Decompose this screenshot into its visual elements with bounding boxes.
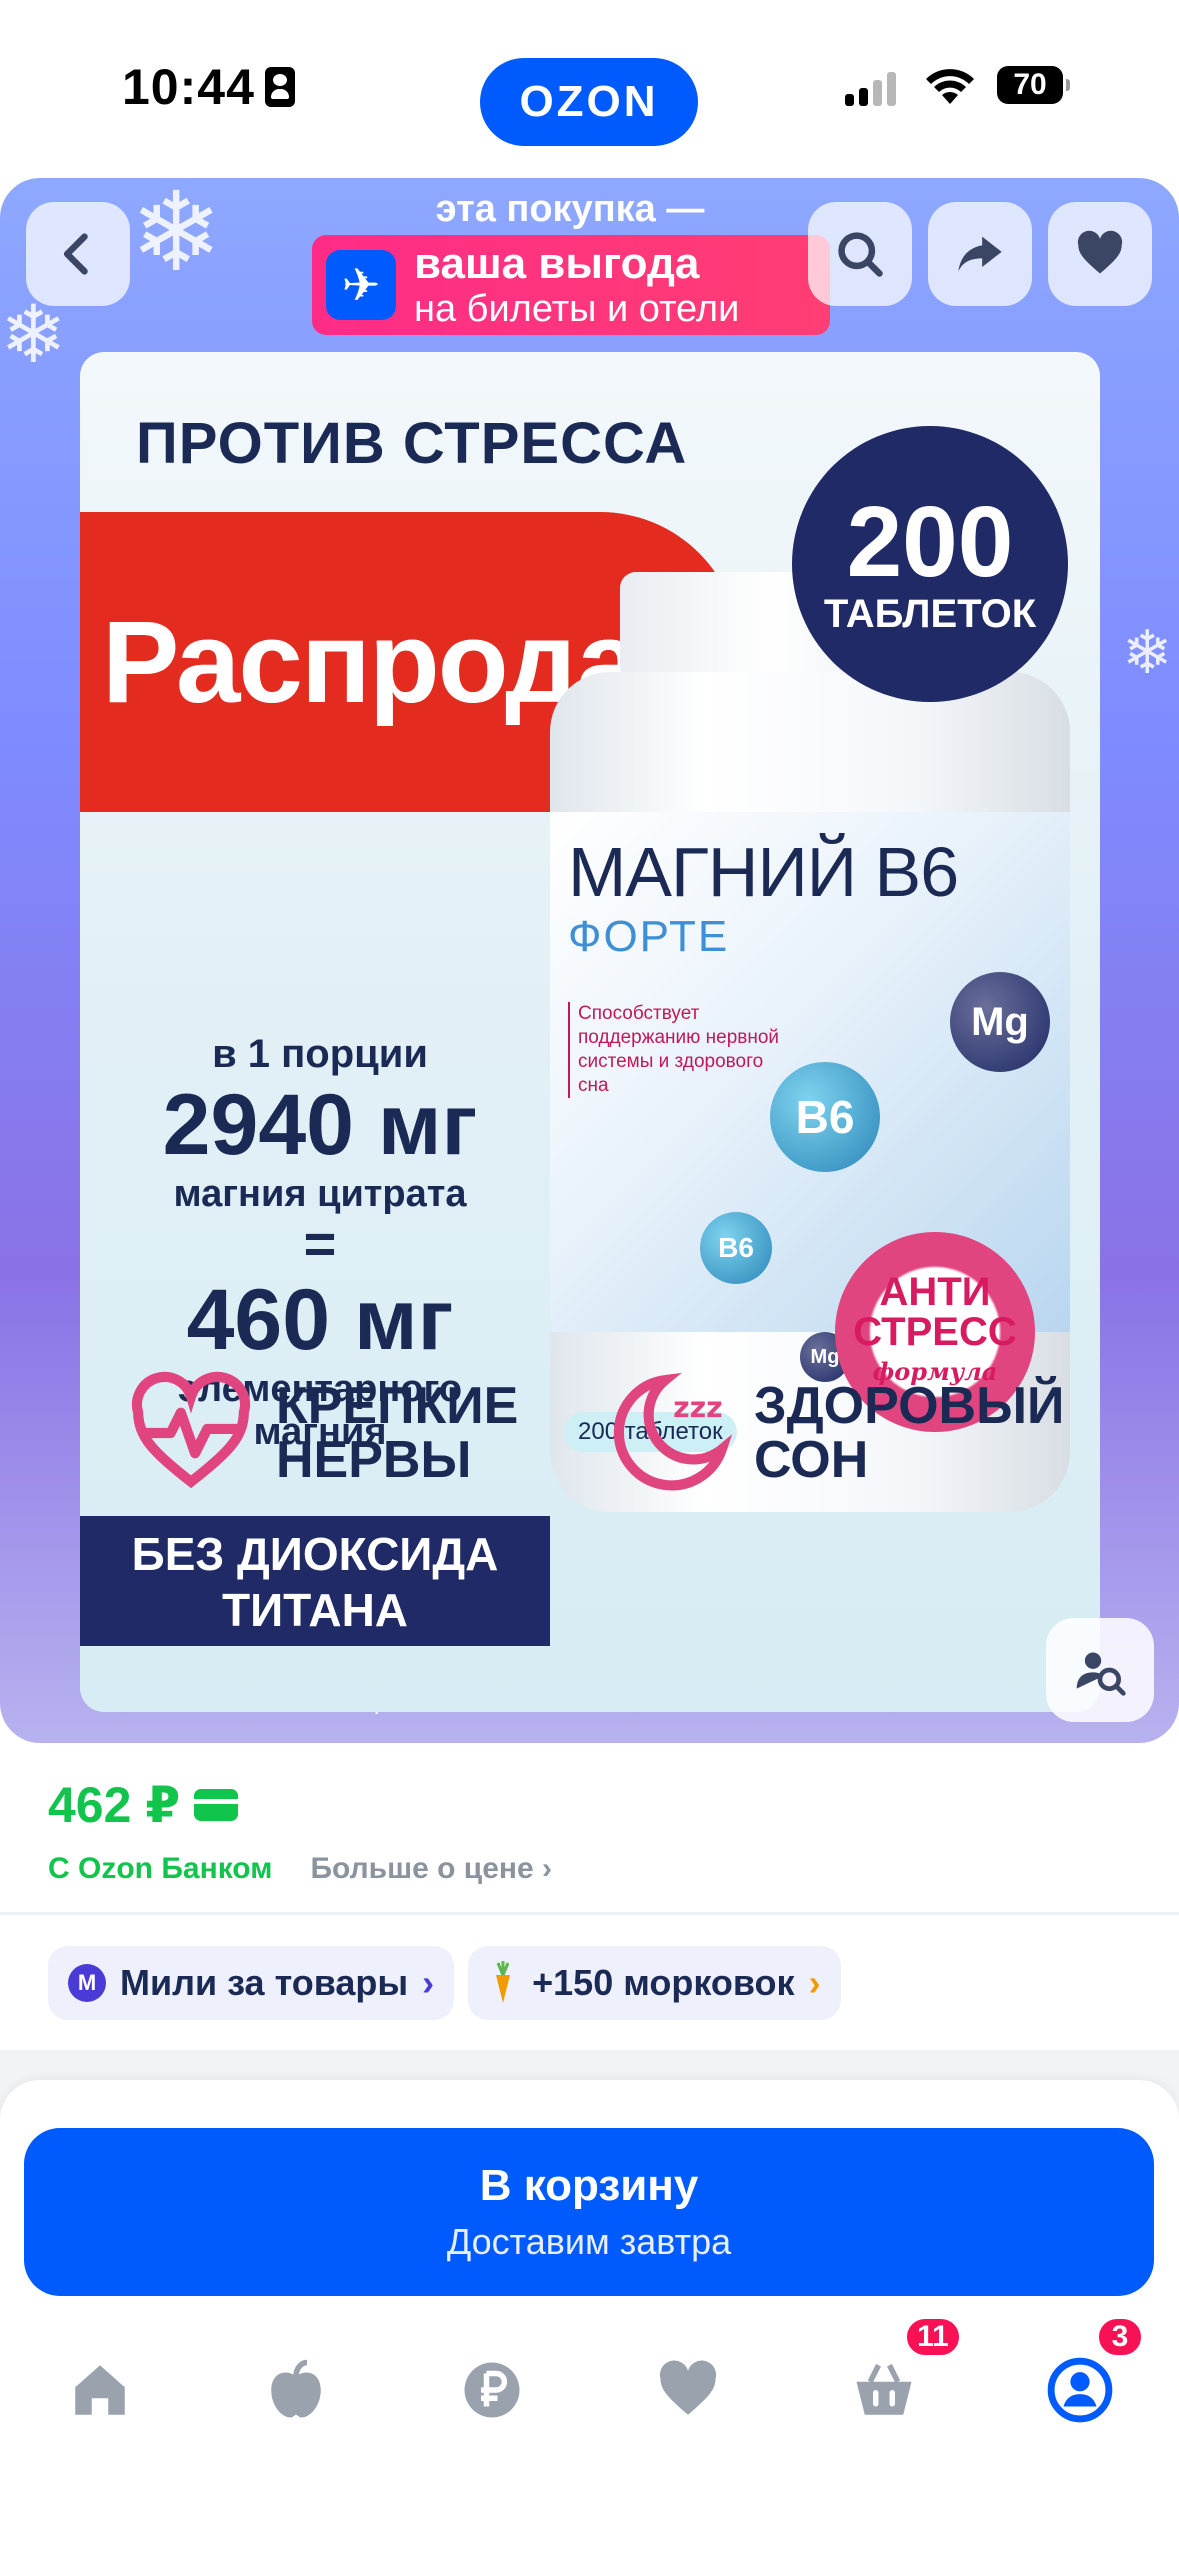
add-to-cart-button[interactable]: В корзину Доставим завтра bbox=[24, 2128, 1154, 2296]
titan-line2: ТИТАНА bbox=[221, 1584, 409, 1636]
airplane-icon: ✈ bbox=[326, 250, 396, 320]
basket-icon bbox=[856, 2364, 912, 2415]
tab-profile[interactable]: 3 bbox=[1020, 2316, 1144, 2450]
price-value: 462 ₽ bbox=[48, 1777, 181, 1833]
product-subtitle: ФОРТЕ bbox=[568, 912, 730, 961]
feature1-line1: КРЕПКИЕ bbox=[276, 1377, 519, 1435]
cart-count-badge: 11 bbox=[904, 2316, 962, 2358]
no-titanium-banner: БЕЗ ДИОКСИДА ТИТАНА bbox=[80, 1516, 550, 1646]
tab-bar: 11 3 bbox=[0, 2316, 1179, 2450]
price-note: С Ozon Банком Больше о цене › bbox=[48, 1852, 552, 1886]
cellular-signal-icon bbox=[845, 70, 896, 106]
miles-chip[interactable]: М Мили за товары › bbox=[48, 1946, 455, 2020]
heart-icon bbox=[659, 2360, 717, 2415]
anti-stress-line1: АНТИ bbox=[879, 1270, 991, 1314]
dose-amount: 2940 мг bbox=[162, 1077, 478, 1173]
product-description: Способствует поддержанию нервной системы… bbox=[568, 1002, 788, 1098]
tab-finance[interactable] bbox=[432, 2330, 552, 2450]
feature-healthy-sleep: zzz ЗДОРОВЫЙ СОН bbox=[604, 1368, 1064, 1498]
carrots-chip[interactable]: +150 морковок › bbox=[468, 1946, 841, 2020]
badge-label: ТАБЛЕТОК bbox=[823, 591, 1037, 636]
bank-card-icon bbox=[194, 1789, 239, 1821]
ozon-bank-note: С Ozon Банком bbox=[48, 1852, 273, 1885]
add-to-cart-label: В корзину bbox=[479, 2161, 699, 2210]
miles-label: Мили за товары bbox=[120, 1962, 409, 2003]
carrot-icon bbox=[496, 1961, 511, 2003]
carrots-label: +150 морковок bbox=[532, 1962, 795, 2003]
status-time: 10:44 bbox=[122, 58, 295, 116]
snowflake-decoration: ❄ bbox=[1122, 619, 1173, 686]
chevron-right-icon: › bbox=[542, 1852, 553, 1885]
more-about-price-label: Больше о цене bbox=[310, 1852, 534, 1885]
chevron-left-icon bbox=[63, 233, 88, 275]
miles-icon: М bbox=[68, 1964, 106, 2002]
heart-icon bbox=[1077, 230, 1123, 274]
product-name: МАГНИЙ В6 bbox=[568, 833, 959, 911]
dose-intro: в 1 порции bbox=[212, 1032, 428, 1076]
feature2-line2: СОН bbox=[754, 1431, 869, 1489]
chevron-right-icon: › bbox=[422, 1962, 435, 2003]
moon-sleep-icon: zzz bbox=[613, 1372, 733, 1491]
product-gallery[interactable]: ❄ ❄ ❄ ❄ эта покупка — ✈ ваша выгода на б… bbox=[0, 178, 1179, 1743]
svg-text:zzz: zzz bbox=[673, 1391, 723, 1424]
price-row: 462 ₽ bbox=[48, 1776, 239, 1834]
share-button[interactable] bbox=[928, 202, 1032, 306]
profile-icon bbox=[1047, 2357, 1113, 2423]
favorite-button[interactable] bbox=[1048, 202, 1152, 306]
more-about-price-link[interactable]: Больше о цене › bbox=[310, 1852, 552, 1886]
snowflake-decoration: ❄ bbox=[130, 178, 223, 294]
badge-number: 200 bbox=[846, 485, 1014, 598]
feature-strong-nerves: КРЕПКИЕ НЕРВЫ bbox=[126, 1368, 518, 1498]
profile-count-badge: 3 bbox=[1096, 2316, 1144, 2358]
ozon-logo: OZON bbox=[480, 58, 698, 146]
heart-pulse-icon bbox=[131, 1371, 251, 1489]
molecule-b6-small: B6 bbox=[700, 1212, 772, 1284]
feature1-line2: НЕРВЫ bbox=[276, 1431, 472, 1489]
tab-fresh[interactable] bbox=[236, 2330, 356, 2450]
bottle-label: МАГНИЙ В6 ФОРТЕ Способствует поддержанию… bbox=[550, 812, 1070, 1452]
apple-icon bbox=[271, 2359, 321, 2418]
titan-line1: БЕЗ ДИОКСИДА bbox=[131, 1528, 499, 1580]
ruble-icon bbox=[464, 2362, 520, 2418]
dose-substance: магния цитрата bbox=[173, 1173, 467, 1215]
tab-cart[interactable]: 11 bbox=[824, 2316, 962, 2450]
promo-box: ✈ ваша выгода на билеты и отели bbox=[312, 235, 830, 335]
promo-top-text: эта покупка — bbox=[435, 188, 705, 230]
molecule-mg: Mg bbox=[950, 972, 1050, 1072]
product-image: ПРОТИВ СТРЕССА Распродажа МАГНИЙ В6 ФОРТ… bbox=[80, 352, 1100, 1712]
home-icon bbox=[75, 2365, 125, 2415]
tab-home[interactable] bbox=[40, 2330, 160, 2450]
bonus-chips: М Мили за товары › +150 морковок › bbox=[48, 1946, 841, 2020]
battery-icon: 70 bbox=[997, 66, 1070, 104]
feature2-line1: ЗДОРОВЫЙ bbox=[754, 1377, 1065, 1435]
promo-big-text: ваша выгода bbox=[414, 239, 700, 288]
chevron-right-icon: › bbox=[808, 1962, 821, 2003]
photo-search-icon bbox=[1076, 1652, 1126, 1696]
image-search-button[interactable] bbox=[1046, 1618, 1154, 1722]
anti-stress-line2: СТРЕСС bbox=[853, 1310, 1017, 1354]
search-icon bbox=[838, 232, 883, 277]
banner-headline: ПРОТИВ СТРЕССА bbox=[136, 411, 688, 476]
wifi-icon bbox=[926, 69, 974, 104]
delivery-label: Доставим завтра bbox=[446, 2221, 732, 2262]
tab-favorites[interactable] bbox=[628, 2330, 748, 2450]
status-bar: 10:44 OZON 70 bbox=[0, 0, 1179, 170]
promo-small-text: на билеты и отели bbox=[414, 288, 740, 330]
dose-equals: = bbox=[303, 1212, 337, 1275]
search-button[interactable] bbox=[808, 202, 912, 306]
contact-id-icon bbox=[264, 67, 295, 107]
tablet-count-badge: 200 ТАБЛЕТОК bbox=[792, 426, 1068, 702]
promo-banner[interactable]: эта покупка — ✈ ваша выгода на билеты и … bbox=[310, 188, 830, 335]
back-button[interactable] bbox=[26, 202, 130, 306]
molecule-b6: B6 bbox=[770, 1062, 880, 1172]
elemental-amount: 460 мг bbox=[186, 1272, 454, 1368]
share-icon bbox=[958, 236, 1002, 272]
clock: 10:44 bbox=[122, 59, 255, 115]
divider bbox=[0, 1912, 1179, 1915]
